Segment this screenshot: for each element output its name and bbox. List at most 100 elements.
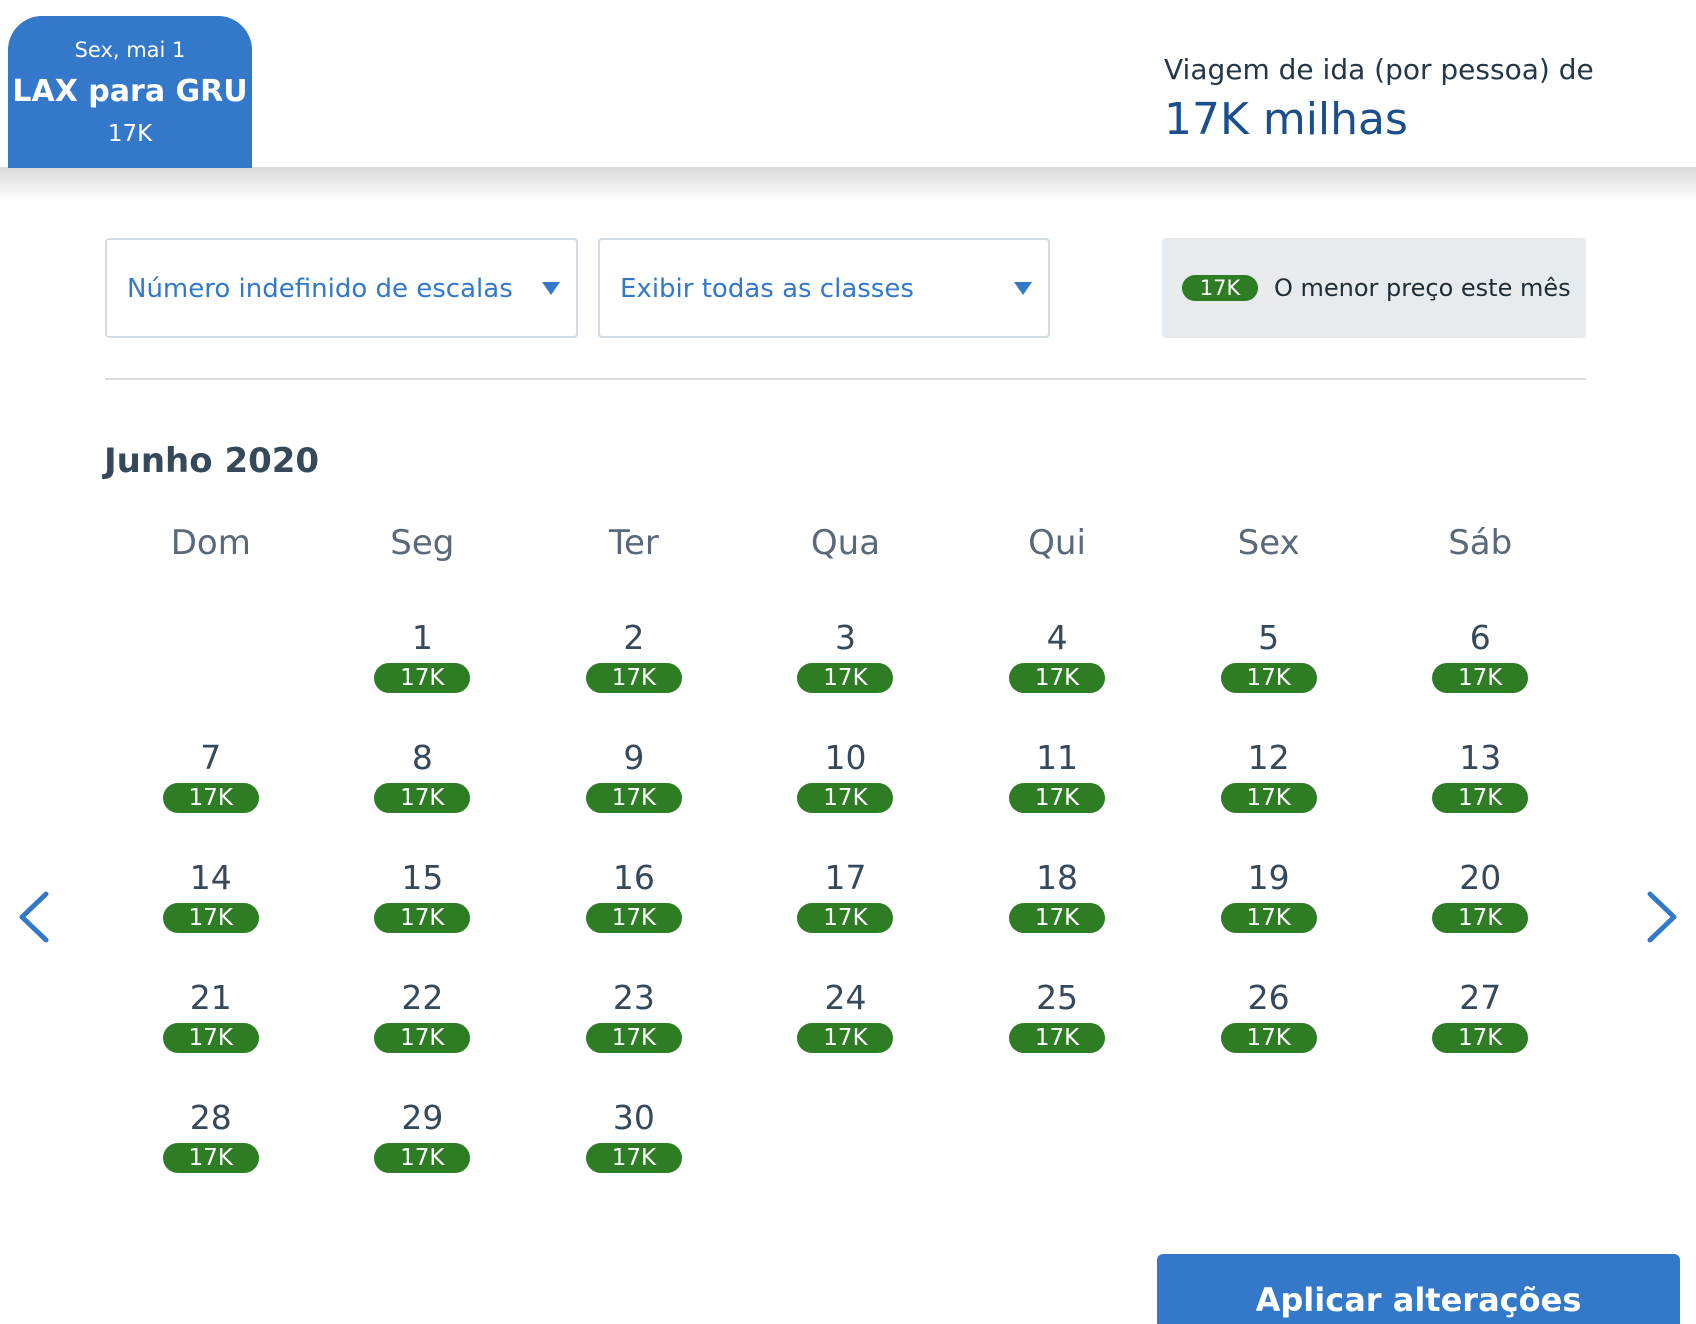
calendar-day-number: 17 [824, 858, 867, 897]
calendar-day-price: 17K [1220, 663, 1317, 693]
calendar-day-price: 17K [1220, 903, 1317, 933]
calendar-day[interactable]: 25 17K [951, 975, 1163, 1095]
calendar-day-number: 6 [1469, 618, 1491, 657]
calendar-day[interactable]: 20 17K [1374, 855, 1586, 975]
calendar-day[interactable]: 9 17K [528, 735, 740, 855]
calendar-day-price: 17K [1432, 903, 1529, 933]
calendar-day-price: 17K [1432, 1023, 1529, 1053]
weekday-label: Sex [1237, 523, 1300, 563]
fare-summary: Viagem de ida (por pessoa) de 17K milhas [1164, 52, 1684, 146]
calendar-day[interactable]: 4 17K [951, 615, 1163, 735]
calendar-day[interactable]: 6 17K [1374, 615, 1586, 735]
weekday-label: Qua [810, 523, 881, 563]
calendar-day-price: 17K [374, 1143, 471, 1173]
calendar-day[interactable]: 11 17K [951, 735, 1163, 855]
header-shadow [0, 168, 1696, 202]
calendar-day[interactable]: 23 17K [528, 975, 740, 1095]
calendar-day[interactable]: 19 17K [1163, 855, 1375, 975]
legend-text: O menor preço este mês [1274, 274, 1571, 302]
weekday-header-row: Dom Seg Ter Qua Qui Sex Sáb [105, 518, 1586, 568]
calendar-day[interactable]: 24 17K [740, 975, 952, 1095]
calendar-day-price: 17K [797, 903, 894, 933]
calendar-day-number: 16 [612, 858, 655, 897]
calendar-day[interactable]: 13 17K [1374, 735, 1586, 855]
calendar-day[interactable]: 21 17K [105, 975, 317, 1095]
weekday-label: Qui [1028, 523, 1086, 563]
calendar-day-number: 11 [1036, 738, 1079, 777]
calendar-day-number: 5 [1258, 618, 1280, 657]
stops-select-value: Número indefinido de escalas [127, 274, 513, 304]
chevron-right-icon [1647, 891, 1677, 943]
calendar-day-number: 1 [411, 618, 433, 657]
calendar-day-price: 17K [162, 1023, 259, 1053]
calendar-day-price: 17K [374, 663, 471, 693]
calendar-day-number: 22 [401, 978, 444, 1017]
calendar-day-price: 17K [1009, 663, 1106, 693]
calendar-day[interactable]: 2 17K [528, 615, 740, 735]
calendar-day-price: 17K [374, 1023, 471, 1053]
calendar-day-price: 17K [374, 903, 471, 933]
flight-tab-lax-gru[interactable]: Sex, mai 1 LAX para GRU 17K [8, 16, 252, 168]
calendar-day-number: 29 [401, 1098, 444, 1137]
calendar-day-price: 17K [585, 1023, 682, 1053]
fare-summary-label: Viagem de ida (por pessoa) de [1164, 53, 1594, 86]
calendar-day-price: 17K [374, 783, 471, 813]
weekday-label: Sáb [1448, 523, 1513, 563]
divider [105, 378, 1586, 380]
calendar-day-price: 17K [162, 783, 259, 813]
calendar-day-number: 30 [612, 1098, 655, 1137]
calendar-day-price: 17K [162, 903, 259, 933]
calendar-day-number: 20 [1459, 858, 1502, 897]
fare-summary-value: 17K milhas [1164, 94, 1408, 145]
calendar-day-number: 25 [1036, 978, 1079, 1017]
legend-price-badge: 17K [1182, 275, 1258, 301]
prev-month-button[interactable] [12, 888, 60, 946]
calendar-day-number: 26 [1247, 978, 1290, 1017]
flight-tab-date: Sex, mai 1 [74, 38, 186, 62]
calendar-day[interactable]: 22 17K [317, 975, 529, 1095]
calendar-day[interactable]: 10 17K [740, 735, 952, 855]
calendar-day[interactable]: 16 17K [528, 855, 740, 975]
calendar-day-number: 2 [623, 618, 645, 657]
calendar-day[interactable]: 5 17K [1163, 615, 1375, 735]
calendar-day-number: 27 [1459, 978, 1502, 1017]
calendar-day-number: 12 [1247, 738, 1290, 777]
calendar-day[interactable]: 27 17K [1374, 975, 1586, 1095]
calendar-day[interactable]: 17 17K [740, 855, 952, 975]
calendar-day-price: 17K [1220, 1023, 1317, 1053]
calendar-grid: 1 17K 2 17K 3 17K 4 17K 5 17K 6 17K 7 17K 8 17K 9 17K 10 17… [105, 615, 1586, 1215]
calendar-day-number: 4 [1046, 618, 1068, 657]
calendar-day[interactable]: 7 17K [105, 735, 317, 855]
calendar-day[interactable]: 3 17K [740, 615, 952, 735]
calendar-day-price: 17K [1009, 1023, 1106, 1053]
calendar-day[interactable]: 29 17K [317, 1095, 529, 1215]
cabin-select[interactable]: Exibir todas as classes [598, 238, 1050, 338]
calendar-day-number: 10 [824, 738, 867, 777]
calendar-day[interactable]: 26 17K [1163, 975, 1375, 1095]
stops-select[interactable]: Número indefinido de escalas [105, 238, 578, 338]
calendar-day-price: 17K [162, 1143, 259, 1173]
next-month-button[interactable] [1636, 888, 1684, 946]
calendar-day-price: 17K [797, 783, 894, 813]
calendar-day[interactable]: 15 17K [317, 855, 529, 975]
calendar-day-price: 17K [797, 663, 894, 693]
calendar-day-price: 17K [585, 783, 682, 813]
calendar-day[interactable]: 30 17K [528, 1095, 740, 1215]
calendar-day-price: 17K [585, 903, 682, 933]
calendar-day[interactable]: 18 17K [951, 855, 1163, 975]
calendar-day-number: 7 [200, 738, 222, 777]
month-title: Junho 2020 [104, 441, 320, 481]
calendar-day[interactable]: 8 17K [317, 735, 529, 855]
calendar-day-price: 17K [1432, 663, 1529, 693]
flight-tab-price: 17K [107, 121, 153, 147]
weekday-label: Dom [170, 523, 251, 563]
lowest-price-legend: 17K O menor preço este mês [1162, 238, 1586, 338]
calendar-day[interactable]: 1 17K [317, 615, 529, 735]
calendar-day[interactable]: 14 17K [105, 855, 317, 975]
calendar-day[interactable]: 12 17K [1163, 735, 1375, 855]
apply-changes-button[interactable]: Aplicar alterações [1157, 1254, 1680, 1324]
calendar-day[interactable]: 28 17K [105, 1095, 317, 1215]
calendar-day-number: 19 [1247, 858, 1290, 897]
weekday-label: Ter [608, 523, 659, 563]
calendar-day-price: 17K [797, 1023, 894, 1053]
